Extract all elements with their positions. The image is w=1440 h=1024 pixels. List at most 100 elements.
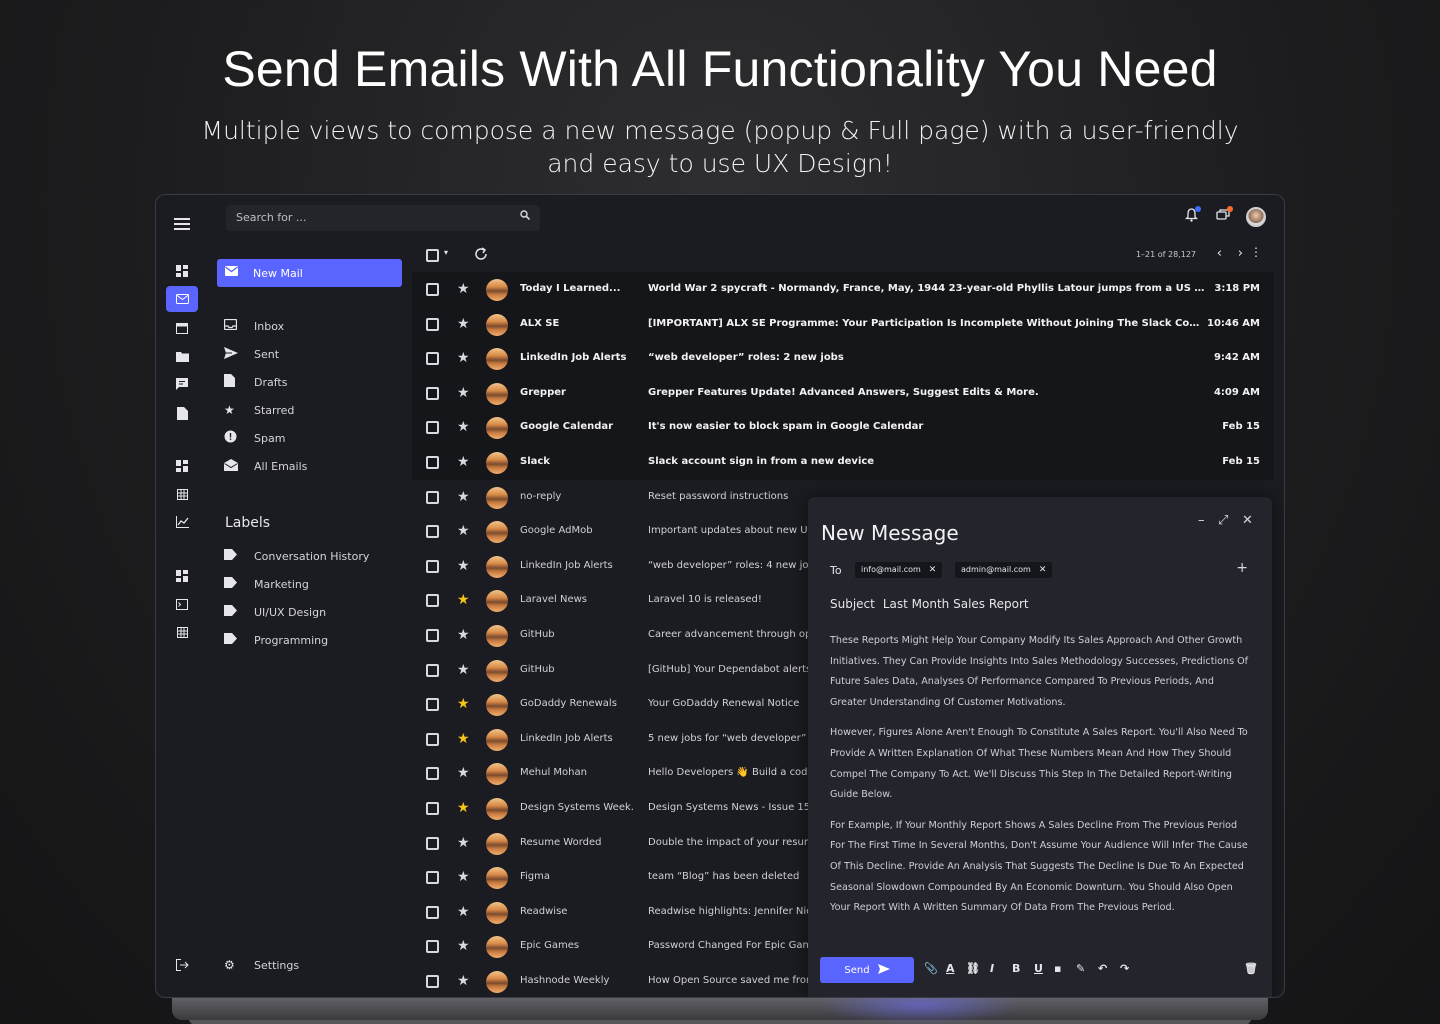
trash-icon[interactable]: 🗑 (1244, 962, 1258, 975)
next-page-icon[interactable]: › (1238, 246, 1243, 261)
star-icon[interactable]: ★ (457, 316, 470, 332)
remove-recipient-icon[interactable]: ✕ (929, 565, 937, 575)
star-icon[interactable]: ★ (457, 558, 470, 574)
star-icon[interactable]: ★ (457, 350, 470, 366)
chat-icon[interactable] (166, 371, 198, 397)
email-row[interactable]: ★ LinkedIn Job Alerts “web developer” role… (412, 341, 1274, 376)
row-checkbox[interactable] (426, 871, 439, 887)
nav-sent[interactable]: Sent (224, 344, 279, 364)
refresh-icon[interactable] (474, 246, 488, 265)
row-checkbox[interactable] (426, 525, 439, 541)
italic-icon[interactable]: I (990, 962, 994, 975)
row-checkbox[interactable] (426, 490, 439, 507)
nav-spam[interactable]: Spam (224, 428, 285, 448)
more-options-icon[interactable]: ⋮ (1250, 245, 1262, 259)
remove-recipient-icon[interactable]: ✕ (1039, 565, 1047, 575)
expand-icon[interactable]: ⤢ (1218, 513, 1228, 528)
bold-icon[interactable]: B (1012, 962, 1020, 975)
email-row[interactable]: ★ ALX SE [IMPORTANT] ALX SE Programme: You… (412, 306, 1274, 342)
attach-icon[interactable]: 📎 (924, 962, 938, 975)
document-icon[interactable] (166, 400, 198, 426)
notification-bell-icon[interactable] (1182, 206, 1201, 226)
calendar-icon[interactable] (166, 315, 198, 341)
row-checkbox[interactable] (426, 836, 439, 853)
row-checkbox[interactable] (426, 283, 439, 299)
row-checkbox[interactable] (426, 663, 439, 680)
star-icon[interactable]: ★ (457, 627, 470, 643)
row-checkbox[interactable] (426, 732, 439, 749)
dashboard-icon[interactable] (166, 258, 198, 284)
recipient-chip[interactable]: admin@mail.com ✕ (955, 562, 1053, 578)
text-color-icon[interactable]: A (946, 962, 955, 975)
label-marketing[interactable]: Marketing (224, 574, 309, 594)
star-icon[interactable]: ★ (457, 800, 470, 816)
email-row[interactable]: ★ Grepper Grepper Features Update! Advance… (412, 375, 1274, 411)
nav-inbox[interactable]: Inbox (223, 316, 284, 336)
nav-all-emails[interactable]: All Emails (224, 456, 307, 476)
star-icon[interactable]: ★ (457, 904, 470, 920)
star-icon[interactable]: ★ (457, 731, 470, 747)
prev-page-icon[interactable]: ‹ (1217, 246, 1222, 261)
row-checkbox[interactable] (426, 317, 439, 334)
star-icon[interactable]: ★ (457, 419, 470, 435)
row-checkbox[interactable] (426, 594, 439, 610)
email-row[interactable]: ★ Today I Learned... World War 2 spycraft … (412, 272, 1274, 307)
star-icon[interactable]: ★ (457, 281, 470, 297)
star-icon[interactable]: ★ (457, 973, 470, 989)
row-checkbox[interactable] (426, 455, 439, 472)
image-icon[interactable]: ▪ (1054, 962, 1061, 975)
nav-drafts[interactable]: Drafts (224, 372, 287, 392)
widgets-icon[interactable] (166, 563, 198, 589)
menu-icon[interactable] (166, 211, 198, 237)
underline-icon[interactable]: U (1034, 962, 1043, 975)
select-dropdown-icon[interactable]: ▾ (444, 248, 448, 257)
mail-rail-icon[interactable] (166, 286, 198, 312)
redo-icon[interactable]: ↷ (1120, 962, 1129, 975)
search-icon[interactable] (520, 210, 531, 223)
undo-icon[interactable]: ↶ (1098, 962, 1107, 975)
star-icon[interactable]: ★ (457, 696, 470, 712)
star-icon[interactable]: ★ (457, 835, 470, 851)
search-input[interactable]: Search for ... (226, 205, 540, 231)
folder-icon[interactable] (166, 343, 198, 369)
select-all-checkbox[interactable] (426, 249, 439, 262)
star-icon[interactable]: ★ (457, 523, 470, 539)
row-checkbox[interactable] (426, 801, 439, 818)
add-recipient-icon[interactable]: + (1236, 560, 1248, 576)
row-checkbox[interactable] (426, 421, 439, 437)
close-icon[interactable]: ✕ (1242, 513, 1253, 528)
signature-icon[interactable]: ✎ (1076, 962, 1085, 975)
recipient-chip[interactable]: info@mail.com ✕ (855, 562, 943, 578)
row-checkbox[interactable] (426, 940, 439, 956)
email-row[interactable]: ★ Slack Slack account sign in from a new d… (412, 444, 1274, 480)
nav-settings[interactable]: ⚙ Settings (224, 955, 299, 975)
star-icon[interactable]: ★ (457, 662, 470, 678)
star-icon[interactable]: ★ (457, 938, 470, 954)
user-avatar[interactable] (1246, 207, 1266, 227)
message-body[interactable]: These Reports Might Help Your Company Mo… (830, 631, 1252, 929)
terminal-icon[interactable] (166, 591, 198, 617)
star-icon[interactable]: ★ (457, 489, 470, 505)
row-checkbox[interactable] (426, 767, 439, 783)
subject-field[interactable]: Subject Last Month Sales Report (830, 597, 1029, 611)
messages-icon[interactable] (1214, 206, 1233, 226)
table-icon[interactable] (166, 619, 198, 645)
row-checkbox[interactable] (426, 352, 439, 368)
star-icon[interactable]: ★ (457, 454, 470, 470)
row-checkbox[interactable] (426, 698, 439, 714)
row-checkbox[interactable] (426, 905, 439, 922)
star-icon[interactable]: ★ (457, 385, 470, 401)
star-icon[interactable]: ★ (457, 869, 470, 885)
link-icon[interactable]: ⛓ (966, 962, 980, 975)
chart-icon[interactable] (166, 509, 198, 535)
row-checkbox[interactable] (426, 628, 439, 645)
email-row[interactable]: ★ Google Calendar It's now easier to block… (412, 410, 1274, 445)
row-checkbox[interactable] (426, 386, 439, 403)
apps-icon[interactable] (166, 453, 198, 479)
new-mail-button[interactable]: New Mail (217, 259, 402, 287)
nav-starred[interactable]: ★ Starred (224, 400, 294, 420)
star-icon[interactable]: ★ (457, 592, 470, 608)
label-ui-ux-design[interactable]: UI/UX Design (224, 602, 326, 622)
grid-icon[interactable] (166, 481, 198, 507)
star-icon[interactable]: ★ (457, 765, 470, 781)
